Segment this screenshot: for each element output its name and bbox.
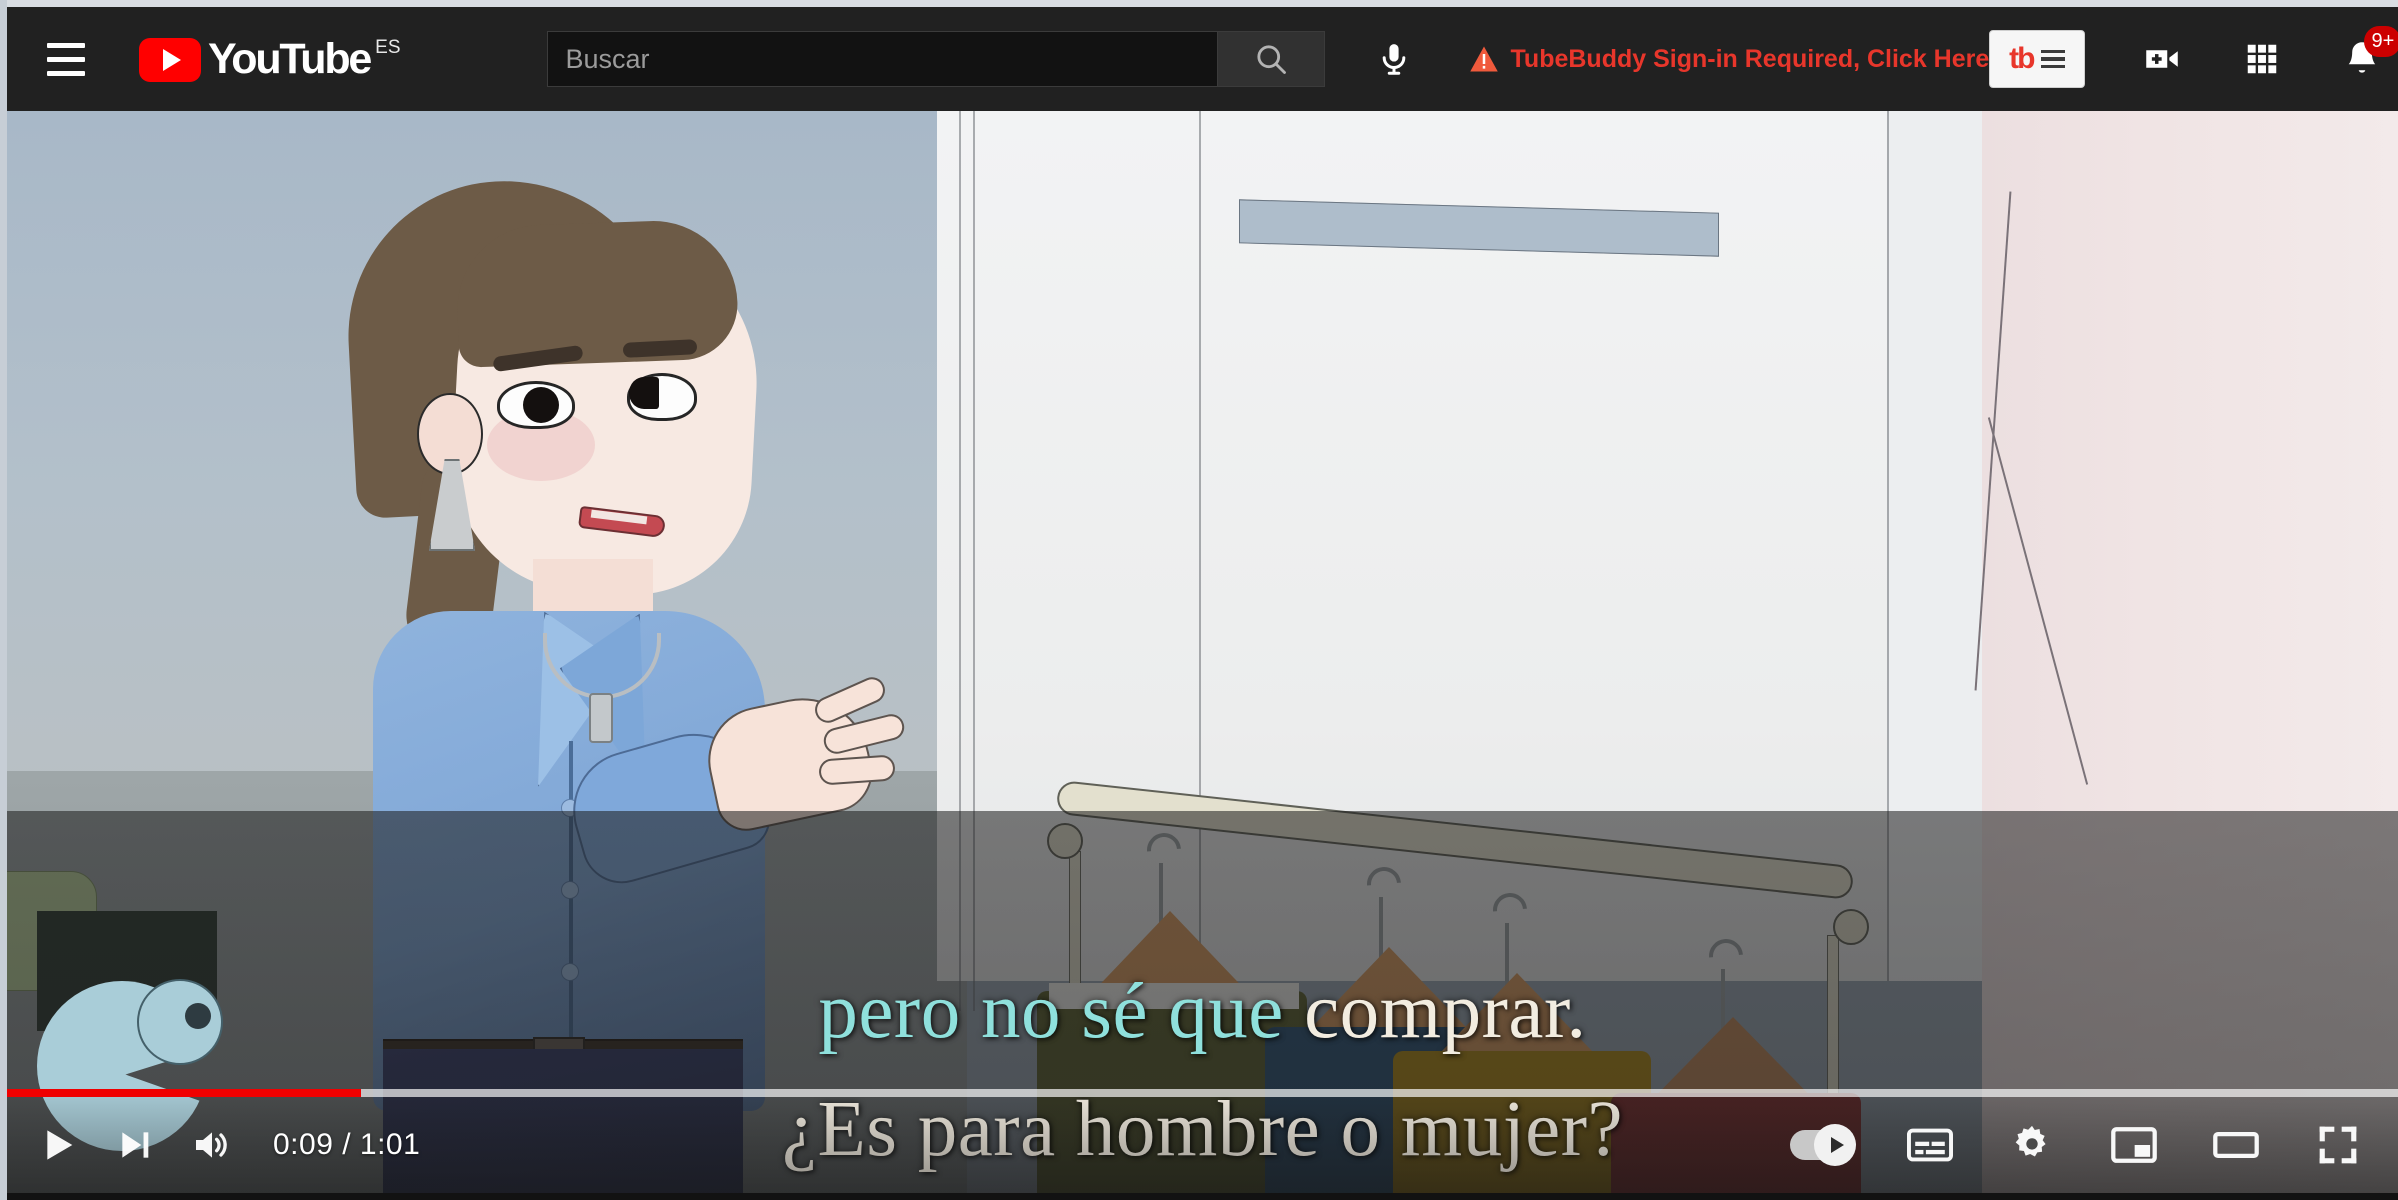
autoplay-track xyxy=(1790,1124,1856,1166)
tubebuddy-button[interactable]: tb xyxy=(1989,30,2086,88)
search-icon[interactable] xyxy=(1216,31,1325,87)
masthead-center: TubeBuddy Sign-in Required, Click Here xyxy=(546,28,1990,90)
youtube-logo[interactable]: YouTube ES xyxy=(139,33,401,85)
character-finger xyxy=(818,754,896,786)
video-player[interactable]: pero no sé que comprar. ¿Es para hombre … xyxy=(7,111,2398,1193)
subtitles-icon[interactable] xyxy=(1892,1107,1968,1183)
controls-bar: 0:09 / 1:01 xyxy=(7,1097,2398,1193)
youtube-apps-grid-icon[interactable] xyxy=(2231,28,2293,90)
next-video-button[interactable] xyxy=(97,1107,173,1183)
controls-right xyxy=(1778,1107,2398,1183)
masthead-right: tb 9+ xyxy=(1989,26,2398,90)
controls-left: 0:09 / 1:01 xyxy=(7,1107,430,1183)
volume-button[interactable] xyxy=(173,1107,249,1183)
search-input[interactable] xyxy=(546,31,1217,87)
notification-badge: 9+ xyxy=(2364,26,2398,57)
theater-mode-icon[interactable] xyxy=(2198,1107,2274,1183)
voice-search-icon[interactable] xyxy=(1363,28,1425,90)
browser-window: YouTube ES Buscar TubeBuddy Sign-in Requ… xyxy=(0,0,2398,1200)
play-button[interactable] xyxy=(21,1107,97,1183)
tubebuddy-signin-alert[interactable]: TubeBuddy Sign-in Required, Click Here xyxy=(1469,44,1990,74)
youtube-play-icon xyxy=(139,38,201,82)
autoplay-knob xyxy=(1814,1124,1856,1166)
progress-played xyxy=(7,1089,361,1097)
guide-menu-icon[interactable] xyxy=(35,28,97,90)
character-pupil xyxy=(523,387,559,423)
progress-bar[interactable] xyxy=(7,1089,2398,1097)
notifications-icon[interactable]: 9+ xyxy=(2331,26,2398,90)
time-display: 0:09 / 1:01 xyxy=(273,1128,421,1161)
settings-gear-icon[interactable] xyxy=(1994,1107,2070,1183)
player-controls: 0:09 / 1:01 xyxy=(7,1089,2398,1193)
tubebuddy-alert-text: TubeBuddy Sign-in Required, Click Here xyxy=(1510,44,1990,73)
watermark-pupil xyxy=(185,1003,211,1029)
window-top-edge xyxy=(0,0,2398,7)
hamburger-bar xyxy=(47,56,85,62)
autoplay-toggle-icon[interactable] xyxy=(1778,1107,1864,1183)
tubebuddy-menu-icon xyxy=(2041,49,2066,69)
tubebuddy-logo-icon: tb xyxy=(2009,42,2035,75)
fullscreen-icon[interactable] xyxy=(2300,1107,2376,1183)
miniplayer-icon[interactable] xyxy=(2096,1107,2172,1183)
warning-triangle-icon xyxy=(1469,45,1499,73)
progress-loaded xyxy=(7,1089,2398,1097)
youtube-masthead: YouTube ES Buscar TubeBuddy Sign-in Requ… xyxy=(7,7,2398,111)
watermark-eye xyxy=(137,979,223,1065)
hamburger-bar xyxy=(47,70,85,76)
youtube-wordmark: YouTube xyxy=(208,35,372,83)
window-bottom-edge xyxy=(7,1193,2398,1200)
masthead-left: YouTube ES xyxy=(7,28,401,90)
video-frame: pero no sé que comprar. ¿Es para hombre … xyxy=(7,111,2398,1193)
hamburger-bar xyxy=(47,42,85,48)
search-form xyxy=(546,31,1325,87)
create-video-icon[interactable] xyxy=(2131,28,2193,90)
character-pendant xyxy=(589,693,613,743)
character-pupil xyxy=(629,377,659,409)
window-left-edge xyxy=(0,0,7,1200)
youtube-country-code: ES xyxy=(375,37,401,58)
